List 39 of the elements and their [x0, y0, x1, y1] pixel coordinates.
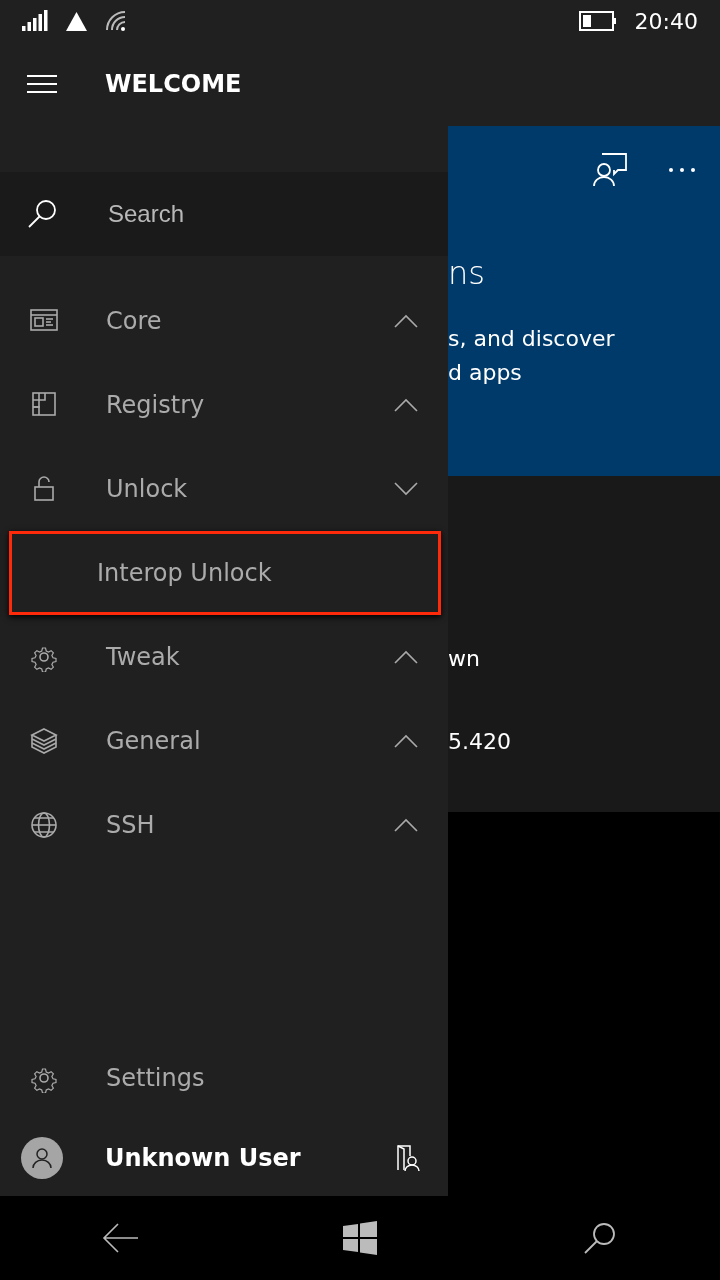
- layers-icon: [29, 726, 59, 756]
- chevron-icon: [394, 314, 418, 328]
- info-text: wn: [448, 646, 480, 671]
- search-icon: [27, 199, 57, 229]
- back-arrow-icon: [102, 1223, 138, 1253]
- user-card-icon[interactable]: [396, 1144, 420, 1172]
- globe-icon: [29, 810, 59, 840]
- more-button[interactable]: [668, 167, 696, 173]
- person-chat-icon[interactable]: [592, 152, 628, 188]
- settings-item[interactable]: Settings: [0, 1036, 448, 1120]
- card-title: ns: [448, 254, 486, 292]
- nav-item[interactable]: Tweak: [0, 615, 448, 699]
- nav-item[interactable]: Registry: [0, 363, 448, 447]
- more-icon: [668, 167, 696, 173]
- chevron-icon: [394, 818, 418, 832]
- info-text: 5.420: [448, 729, 511, 754]
- chevron-icon: [394, 482, 418, 496]
- windows-icon: [343, 1221, 377, 1255]
- wifi-icon: [105, 10, 127, 32]
- menu-icon: [27, 74, 57, 94]
- nav-item[interactable]: SSH: [0, 783, 448, 867]
- search-field[interactable]: Search: [0, 172, 448, 256]
- user-name: Unknown User: [105, 1144, 302, 1172]
- nav-subitem[interactable]: Interop Unlock: [9, 531, 441, 615]
- nav-item[interactable]: General: [0, 699, 448, 783]
- search-icon: [583, 1221, 617, 1255]
- battery-icon: [578, 11, 617, 31]
- nav-item[interactable]: Core: [0, 279, 448, 363]
- page-title: WELCOME: [105, 70, 242, 98]
- nav-item[interactable]: Unlock: [0, 447, 448, 531]
- chevron-icon: [394, 734, 418, 748]
- card-text: s, and discover: [448, 325, 616, 353]
- status-time: 20:40: [634, 8, 698, 34]
- card-text: d apps: [448, 359, 523, 387]
- signal-icon: [22, 10, 48, 32]
- chevron-icon: [394, 650, 418, 664]
- avatar-icon: [21, 1137, 63, 1179]
- chevron-icon: [394, 398, 418, 412]
- triangle-icon: [66, 11, 87, 31]
